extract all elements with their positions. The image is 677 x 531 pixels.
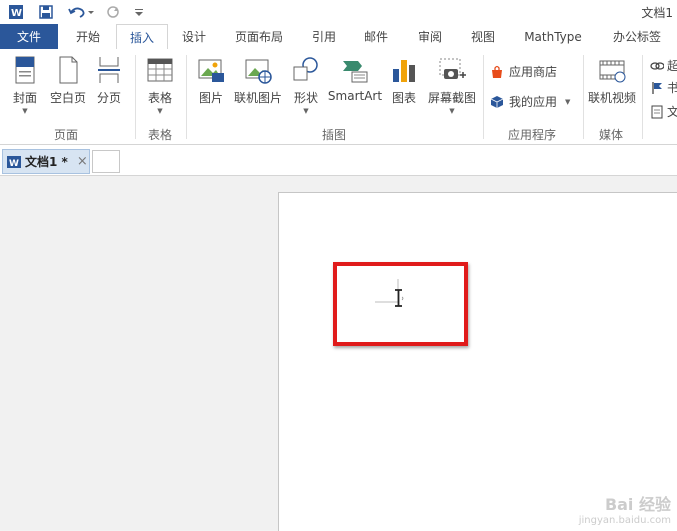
- chart-icon: [389, 55, 419, 85]
- pictures-button[interactable]: 图片: [195, 55, 227, 106]
- my-apps-button[interactable]: 我的应用 ▼: [490, 93, 570, 110]
- shapes-icon: [291, 55, 321, 85]
- store-icon: [490, 65, 504, 79]
- screenshot-icon: [437, 55, 467, 85]
- smartart-button[interactable]: SmartArt: [328, 55, 382, 103]
- save-icon[interactable]: [38, 4, 54, 20]
- store-label: 应用商店: [509, 65, 558, 79]
- cover-page-button[interactable]: 封面 ▼: [8, 55, 42, 115]
- shapes-button[interactable]: 形状 ▼: [290, 55, 322, 115]
- document-workspace: Bai 经验 jingyan.baidu.com: [0, 176, 677, 531]
- cross-reference-icon: [650, 105, 664, 119]
- tab-design[interactable]: 设计: [172, 24, 216, 49]
- bookmark-icon: [650, 81, 664, 95]
- bookmark-button[interactable]: 书: [650, 79, 677, 96]
- document-tab[interactable]: W 文档1 * ×: [2, 149, 90, 174]
- word-doc-icon: W: [7, 155, 21, 169]
- watermark-brand: Bai 经验: [604, 495, 671, 514]
- apps-group-label: 应用程序: [508, 128, 557, 142]
- tab-view[interactable]: 视图: [461, 24, 505, 49]
- ribbon-tabs: 文件 开始 插入 设计 页面布局 引用 邮件 审阅 视图 MathType 办公…: [0, 24, 677, 51]
- window-title: 文档1: [641, 6, 673, 20]
- illustrations-group-label: 插图: [322, 128, 347, 142]
- tab-home[interactable]: 开始: [64, 24, 112, 49]
- redo-icon[interactable]: [104, 4, 122, 20]
- tab-mailings[interactable]: 邮件: [354, 24, 398, 49]
- smartart-icon: [340, 55, 370, 85]
- tab-references[interactable]: 引用: [302, 24, 346, 49]
- undo-icon[interactable]: [66, 4, 96, 20]
- tables-group-label: 表格: [148, 128, 173, 142]
- close-tab-icon[interactable]: ×: [77, 154, 88, 169]
- watermark: Bai 经验 jingyan.baidu.com: [579, 491, 671, 526]
- chevron-down-icon: ▼: [22, 107, 28, 115]
- page-break-icon: [94, 55, 124, 85]
- group-divider: [583, 55, 584, 139]
- pictures-label: 图片: [198, 91, 223, 105]
- cover-page-icon: [10, 55, 40, 85]
- cross-reference-label: 文: [667, 105, 677, 119]
- tab-office-tab[interactable]: 办公标签: [604, 24, 670, 49]
- hyperlink-label: 超: [667, 59, 677, 73]
- group-divider: [186, 55, 187, 139]
- group-divider: [642, 55, 643, 139]
- online-picture-icon: [243, 55, 273, 85]
- table-icon: [145, 55, 175, 85]
- tab-mathtype[interactable]: MathType: [516, 24, 590, 49]
- blank-page-label: 空白页: [49, 91, 86, 105]
- svg-text:W: W: [9, 159, 19, 169]
- page-break-button[interactable]: 分页: [92, 55, 126, 106]
- tab-layout[interactable]: 页面布局: [228, 24, 290, 49]
- tab-review[interactable]: 审阅: [408, 24, 452, 49]
- media-group-label: 媒体: [599, 128, 624, 142]
- group-divider: [135, 55, 136, 139]
- ribbon: 封面 ▼ 空白页 分页 页面 表格 ▼ 表格 图片 联机图片 形状 ▼ Smar…: [0, 49, 677, 145]
- table-label: 表格: [147, 91, 172, 105]
- chevron-down-icon: ▼: [303, 107, 309, 115]
- blank-page-button[interactable]: 空白页: [46, 55, 90, 106]
- my-apps-label: 我的应用: [509, 95, 558, 109]
- my-apps-icon: [490, 95, 504, 109]
- store-button[interactable]: 应用商店: [490, 63, 557, 80]
- bookmark-label: 书: [667, 81, 677, 95]
- pages-group-label: 页面: [54, 128, 79, 142]
- watermark-url: jingyan.baidu.com: [578, 515, 671, 526]
- page-break-label: 分页: [96, 91, 121, 105]
- highlight-box: [333, 262, 468, 346]
- smartart-label: SmartArt: [327, 89, 383, 103]
- table-button[interactable]: 表格 ▼: [143, 55, 177, 115]
- cover-page-label: 封面: [12, 91, 37, 105]
- chevron-down-icon: ▼: [565, 97, 571, 106]
- chevron-down-icon: ▼: [449, 107, 455, 115]
- blank-page-icon: [53, 55, 83, 85]
- chart-button[interactable]: 图表: [388, 55, 420, 106]
- customize-qat-icon[interactable]: [132, 4, 146, 20]
- screenshot-button[interactable]: 屏幕截图 ▼: [425, 55, 479, 115]
- online-pictures-button[interactable]: 联机图片: [232, 55, 284, 106]
- screenshot-label: 屏幕截图: [427, 91, 476, 105]
- cross-reference-button[interactable]: 文: [650, 103, 677, 120]
- group-divider: [483, 55, 484, 139]
- title-bar: W 文档1: [0, 0, 677, 24]
- tab-file[interactable]: 文件: [0, 24, 58, 49]
- chevron-down-icon: ▼: [157, 107, 163, 115]
- online-video-icon: [597, 55, 627, 85]
- online-video-label: 联机视频: [587, 91, 636, 105]
- document-page[interactable]: [278, 192, 677, 531]
- link-icon: [650, 59, 665, 73]
- online-pictures-label: 联机图片: [233, 91, 282, 105]
- word-icon: W: [8, 4, 24, 20]
- picture-icon: [196, 55, 226, 85]
- svg-text:W: W: [11, 8, 22, 19]
- new-tab-button[interactable]: [92, 150, 120, 173]
- document-tab-bar: W 文档1 * ×: [0, 145, 677, 176]
- online-video-button[interactable]: 联机视频: [587, 55, 637, 106]
- document-tab-name: 文档1 *: [25, 155, 68, 169]
- chart-label: 图表: [391, 91, 416, 105]
- hyperlink-button[interactable]: 超: [650, 57, 677, 74]
- tab-insert[interactable]: 插入: [116, 24, 168, 51]
- shapes-label: 形状: [293, 91, 318, 105]
